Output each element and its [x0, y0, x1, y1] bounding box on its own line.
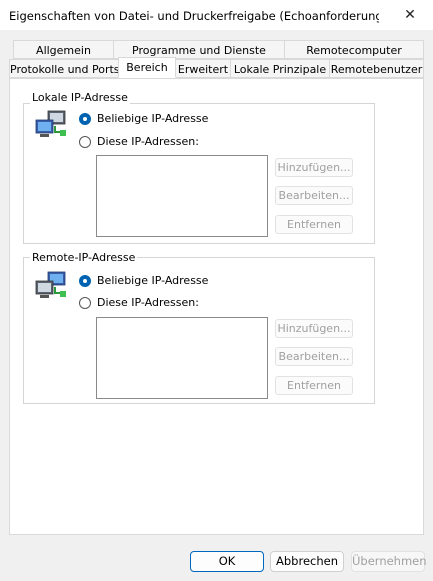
remote-computers-icon	[35, 271, 66, 298]
local-edit-button[interactable]: Bearbeiten...	[275, 186, 353, 205]
local-these-ip-label: Diese IP-Adressen:	[97, 135, 199, 148]
remote-any-ip-option[interactable]: Beliebige IP-Adresse	[79, 274, 208, 287]
close-button[interactable]: ✕	[387, 0, 433, 30]
remote-any-ip-radio[interactable]	[79, 274, 91, 287]
remote-edit-button[interactable]: Bearbeiten...	[275, 347, 353, 366]
tab-erweitert[interactable]: Erweitert	[175, 59, 231, 78]
local-ip-group-label: Lokale IP-Adresse	[30, 91, 130, 104]
remote-any-ip-label: Beliebige IP-Adresse	[97, 274, 209, 287]
remote-these-ip-option[interactable]: Diese IP-Adressen:	[79, 296, 199, 309]
cancel-button[interactable]: Abbrechen	[270, 551, 344, 572]
tab-remotecomputer[interactable]: Remotecomputer	[284, 40, 424, 59]
computer-network-icon	[35, 110, 66, 137]
tab-allgemein[interactable]: Allgemein	[13, 40, 114, 59]
ok-button[interactable]: OK	[190, 551, 264, 572]
local-these-ip-option[interactable]: Diese IP-Adressen:	[79, 135, 199, 148]
tab-bereich[interactable]: Bereich	[118, 57, 176, 78]
remote-remove-button[interactable]: Entfernen	[275, 376, 353, 395]
local-remove-button[interactable]: Entfernen	[275, 215, 353, 234]
remote-these-ip-radio[interactable]	[79, 296, 91, 309]
local-any-ip-option[interactable]: Beliebige IP-Adresse	[79, 112, 208, 125]
apply-button[interactable]: Übernehmen	[351, 551, 427, 572]
tab-protokolle-und-ports[interactable]: Protokolle und Ports	[9, 59, 120, 78]
tab-remotebenutzer[interactable]: Remotebenutzer	[329, 59, 424, 78]
local-any-ip-label: Beliebige IP-Adresse	[97, 112, 209, 125]
remote-ip-group-label: Remote-IP-Adresse	[30, 251, 138, 264]
title-bar: Eigenschaften von Datei- und Druckerfrei…	[0, 0, 433, 30]
close-icon: ✕	[404, 7, 416, 23]
remote-ip-listbox[interactable]	[96, 317, 268, 399]
remote-add-button[interactable]: Hinzufügen...	[275, 319, 353, 338]
window-title: Eigenschaften von Datei- und Druckerfrei…	[9, 9, 379, 23]
remote-these-ip-label: Diese IP-Adressen:	[97, 296, 199, 309]
local-these-ip-radio[interactable]	[79, 135, 91, 148]
local-ip-listbox[interactable]	[96, 155, 268, 237]
local-add-button[interactable]: Hinzufügen...	[275, 158, 353, 177]
tab-lokale-prinzipale[interactable]: Lokale Prinzipale	[230, 59, 330, 78]
local-any-ip-radio[interactable]	[79, 112, 91, 125]
